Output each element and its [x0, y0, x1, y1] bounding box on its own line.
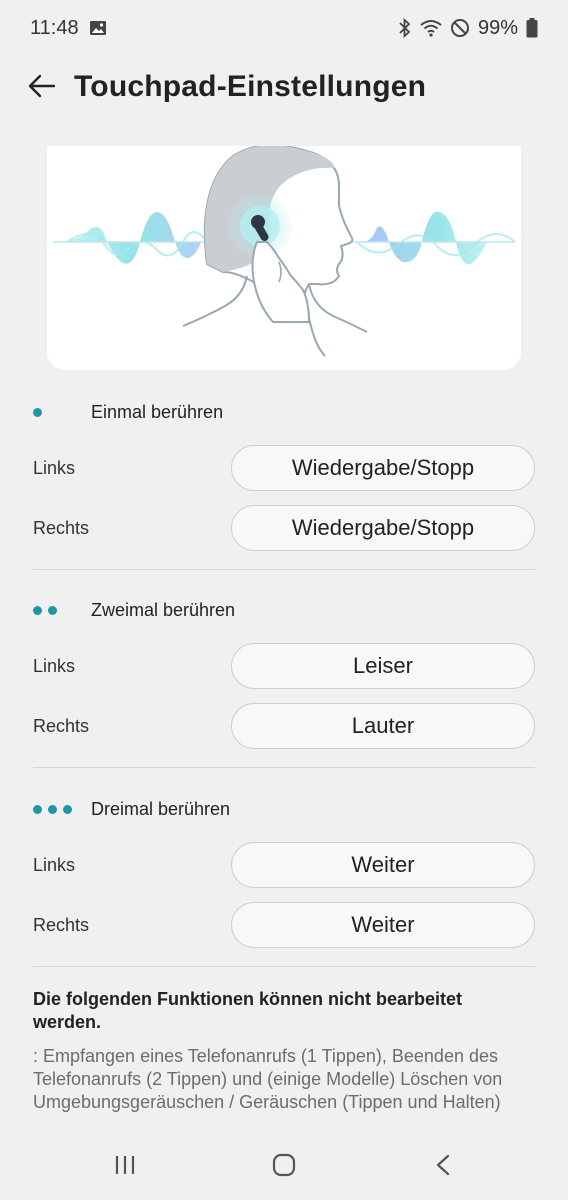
- dot-icon: [48, 605, 57, 615]
- recent-apps-button[interactable]: [105, 1150, 145, 1184]
- dot-icon: [48, 804, 57, 814]
- note-text: : Empfangen eines Telefonanrufs (1 Tippe…: [33, 1046, 503, 1112]
- triple-tap-left-button[interactable]: Weiter: [231, 842, 535, 888]
- double-tap-right-button[interactable]: Lauter: [231, 703, 535, 749]
- dot-icon: [33, 804, 42, 814]
- row-label-left: Links: [33, 458, 76, 478]
- page-title: Touchpad-Einstellungen: [74, 70, 427, 103]
- section-title: Dreimal berühren: [91, 798, 231, 819]
- app-header: Touchpad-Einstellungen: [0, 60, 568, 116]
- tap-count-indicator: [33, 804, 91, 814]
- home-button[interactable]: [264, 1150, 304, 1184]
- section-single-tap: Einmal berühren: [33, 397, 223, 427]
- single-tap-right-button[interactable]: Wiedergabe/Stopp: [231, 505, 535, 551]
- battery-percent: 99%: [477, 16, 518, 39]
- dot-icon: [63, 804, 72, 814]
- bluetooth-icon: [398, 18, 412, 38]
- do-not-disturb-icon: [450, 18, 470, 38]
- home-icon: [272, 1153, 296, 1182]
- divider: [33, 569, 535, 570]
- arrow-left-icon: [28, 74, 56, 103]
- section-triple-tap: Dreimal berühren: [33, 794, 230, 824]
- row-label-right: Rechts: [33, 518, 90, 538]
- triple-tap-right-button[interactable]: Weiter: [231, 902, 535, 948]
- single-tap-left-button[interactable]: Wiedergabe/Stopp: [231, 445, 535, 491]
- dot-icon: [33, 605, 42, 615]
- touchpad-illustration: [47, 146, 521, 370]
- section-title: Einmal berühren: [91, 401, 224, 422]
- tap-count-indicator: [33, 605, 91, 615]
- note-title: Die folgenden Funktionen können nicht be…: [33, 989, 463, 1032]
- status-time: 11:48: [30, 16, 79, 39]
- status-bar: 11:48 99%: [0, 0, 568, 56]
- system-navigation-bar: [0, 1130, 568, 1200]
- row-label-right: Rechts: [33, 915, 90, 935]
- wifi-icon: [420, 19, 442, 37]
- section-double-tap: Zweimal berühren: [33, 595, 235, 625]
- tap-count-indicator: [33, 407, 91, 417]
- recent-apps-icon: [114, 1155, 136, 1180]
- section-title: Zweimal berühren: [91, 599, 236, 620]
- back-button[interactable]: [24, 70, 60, 106]
- divider: [33, 767, 535, 768]
- nav-back-button[interactable]: [423, 1150, 463, 1184]
- back-icon: [435, 1154, 451, 1181]
- row-label-right: Rechts: [33, 716, 90, 736]
- divider: [33, 966, 535, 967]
- row-label-left: Links: [33, 656, 76, 676]
- gallery-icon: [89, 20, 107, 36]
- dot-icon: [33, 407, 42, 417]
- battery-icon: [526, 18, 538, 38]
- double-tap-left-button[interactable]: Leiser: [231, 643, 535, 689]
- row-label-left: Links: [33, 855, 76, 875]
